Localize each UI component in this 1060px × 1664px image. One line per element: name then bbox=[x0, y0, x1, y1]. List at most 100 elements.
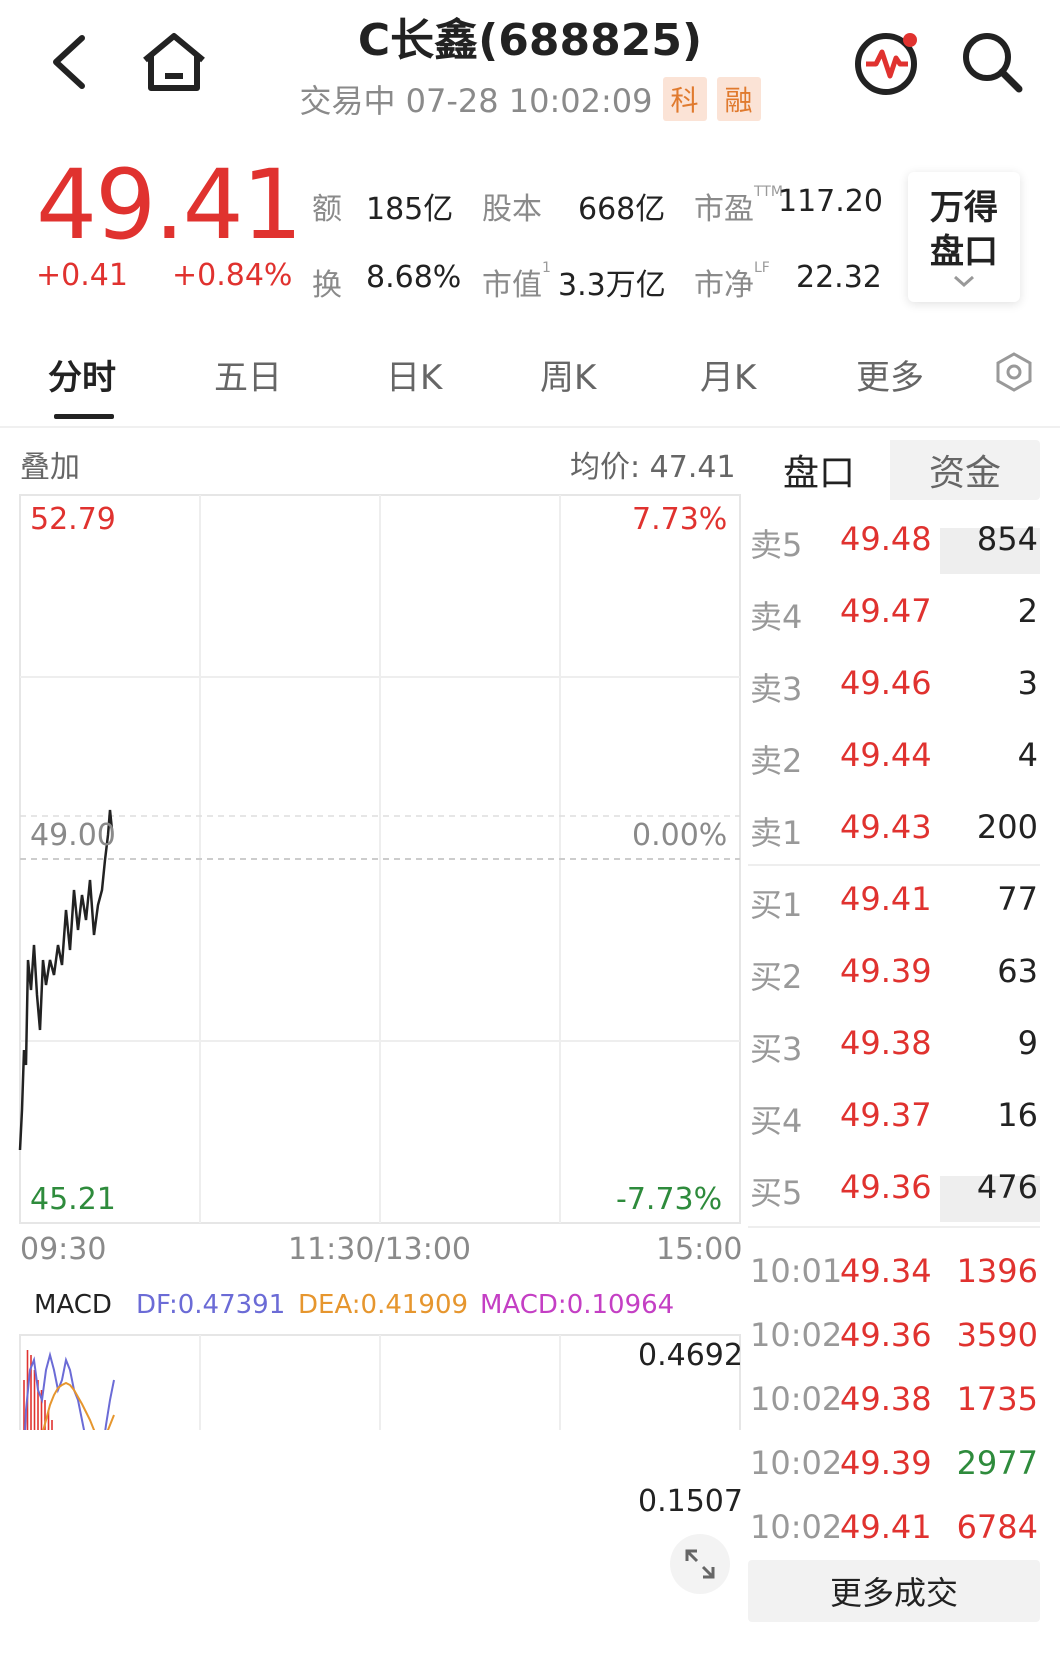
tab-monthly-k[interactable]: 月K bbox=[700, 350, 756, 399]
price-change-pct: +0.84% bbox=[172, 258, 293, 293]
level-volume: 9 bbox=[1017, 1024, 1038, 1062]
y-axis-low-pct: -7.73% bbox=[616, 1182, 723, 1217]
search-button[interactable] bbox=[952, 22, 1032, 102]
level-volume: 854 bbox=[976, 520, 1038, 558]
level-price: 49.47 bbox=[840, 592, 932, 630]
stat-market-cap-label: 市值1 bbox=[482, 260, 551, 303]
level-price: 49.37 bbox=[840, 1096, 932, 1134]
level-volume: 476 bbox=[976, 1168, 1038, 1206]
trade-time: 10:02 bbox=[750, 1444, 843, 1482]
stock-title: C长鑫(688825) bbox=[357, 15, 703, 66]
stat-market-cap-value: 3.3万亿 bbox=[558, 268, 666, 303]
stat-share-capital-value: 668亿 bbox=[578, 192, 666, 227]
stat-pe-value: 117.20 bbox=[778, 184, 883, 219]
tab-more[interactable]: 更多 bbox=[856, 350, 924, 399]
trade-time: 10:02 bbox=[750, 1316, 843, 1354]
bid-level[interactable]: 买2 49.39 63 bbox=[748, 952, 1040, 1012]
trade-volume: 1735 bbox=[956, 1380, 1038, 1418]
trade-row: 10:01 49.34 1396 bbox=[748, 1252, 1040, 1312]
tab-weekly-k[interactable]: 周K bbox=[540, 350, 596, 399]
trade-row: 10:02 49.41 6784 bbox=[748, 1508, 1040, 1568]
level-label: 买2 bbox=[750, 958, 803, 996]
bid-level[interactable]: 买5 49.36 476 bbox=[748, 1168, 1040, 1228]
tab-orderbook[interactable]: 盘口 bbox=[748, 440, 890, 500]
ask-level[interactable]: 卖3 49.46 3 bbox=[748, 664, 1040, 724]
wind-orderbook-button[interactable]: 万得 盘口 bbox=[908, 172, 1020, 302]
price-change: +0.41 bbox=[36, 258, 128, 293]
pulse-icon bbox=[855, 33, 917, 95]
macd-df-line bbox=[24, 1351, 115, 1430]
level-label: 买3 bbox=[750, 1030, 803, 1068]
level-label: 卖4 bbox=[750, 598, 803, 636]
overlay-button[interactable]: 叠加 bbox=[20, 442, 80, 486]
level-price: 49.44 bbox=[840, 736, 932, 774]
macd-y-top: 0.4692 bbox=[638, 1338, 743, 1373]
macd-label: MACD bbox=[34, 1290, 112, 1320]
level-volume: 63 bbox=[997, 952, 1038, 990]
header: C长鑫(688825) 交易中 07-28 10:02:09 科 融 bbox=[0, 0, 1060, 150]
x-axis-end: 15:00 bbox=[656, 1232, 743, 1267]
level-price: 49.39 bbox=[840, 952, 932, 990]
trade-row: 10:02 49.38 1735 bbox=[748, 1380, 1040, 1440]
trade-volume: 6784 bbox=[956, 1508, 1038, 1546]
ask-level[interactable]: 卖4 49.47 2 bbox=[748, 592, 1040, 652]
trade-row: 10:02 49.36 3590 bbox=[748, 1316, 1040, 1376]
tab-five-day[interactable]: 五日 bbox=[214, 350, 282, 399]
trade-volume: 3590 bbox=[956, 1316, 1038, 1354]
level-volume: 4 bbox=[1017, 736, 1038, 774]
level-price: 49.36 bbox=[840, 1168, 932, 1206]
level-price: 49.46 bbox=[840, 664, 932, 702]
y-axis-mid-pct: 0.00% bbox=[632, 818, 728, 853]
tag-margin: 融 bbox=[716, 77, 761, 121]
level-price: 49.48 bbox=[840, 520, 932, 558]
stat-turnover-label: 换 bbox=[312, 268, 342, 303]
more-trades-button[interactable]: 更多成交 bbox=[748, 1560, 1040, 1622]
home-icon bbox=[143, 33, 205, 91]
level-volume: 16 bbox=[997, 1096, 1038, 1134]
ask-level[interactable]: 卖1 49.43 200 bbox=[748, 808, 1040, 868]
trade-price: 49.41 bbox=[840, 1508, 932, 1546]
trade-time: 10:02 bbox=[750, 1380, 843, 1418]
level-label: 卖5 bbox=[750, 526, 803, 564]
stat-pe-label: 市盈TTM bbox=[694, 184, 783, 227]
bid-level[interactable]: 买3 49.38 9 bbox=[748, 1024, 1040, 1084]
bid-level[interactable]: 买4 49.37 16 bbox=[748, 1096, 1040, 1156]
tab-intraday[interactable]: 分时 bbox=[48, 350, 116, 399]
chart-settings-button[interactable] bbox=[994, 352, 1034, 396]
avg-price-label: 均价: 47.41 bbox=[570, 450, 736, 485]
level-volume: 77 bbox=[997, 880, 1038, 918]
back-button[interactable] bbox=[28, 22, 108, 102]
bid-level[interactable]: 买1 49.41 77 bbox=[748, 880, 1040, 940]
ask-level[interactable]: 卖2 49.44 4 bbox=[748, 736, 1040, 796]
level-label: 买5 bbox=[750, 1174, 803, 1212]
stat-turnover-value: 8.68% bbox=[366, 260, 462, 295]
y-axis-high-pct: 7.73% bbox=[632, 502, 728, 537]
status-text: 交易中 07-28 10:02:09 bbox=[299, 82, 653, 120]
ask-level[interactable]: 卖5 49.48 854 bbox=[748, 520, 1040, 580]
x-axis-mid: 11:30/13:00 bbox=[288, 1232, 472, 1267]
stat-pb-value: 22.32 bbox=[796, 260, 882, 295]
wind-line1: 万得 bbox=[930, 188, 998, 228]
trade-price: 49.36 bbox=[840, 1316, 932, 1354]
y-axis-mid: 49.00 bbox=[30, 818, 116, 853]
chevron-left-icon bbox=[53, 35, 85, 89]
tab-capital-flow[interactable]: 资金 bbox=[894, 440, 1036, 500]
trade-row: 10:02 49.39 2977 bbox=[748, 1444, 1040, 1504]
trade-volume: 1396 bbox=[956, 1252, 1038, 1290]
macd-dea-line bbox=[42, 1381, 115, 1430]
wind-line2: 盘口 bbox=[930, 232, 998, 272]
level-price: 49.41 bbox=[840, 880, 932, 918]
level-price: 49.43 bbox=[840, 808, 932, 846]
home-button[interactable] bbox=[134, 22, 214, 102]
x-axis-start: 09:30 bbox=[20, 1232, 107, 1267]
y-axis-high: 52.79 bbox=[30, 502, 116, 537]
expand-chart-button[interactable] bbox=[670, 1534, 730, 1594]
divider bbox=[0, 426, 1060, 428]
news-pulse-button[interactable] bbox=[848, 22, 928, 102]
level-label: 买4 bbox=[750, 1102, 803, 1140]
tab-daily-k[interactable]: 日K bbox=[386, 350, 442, 399]
trade-price: 49.38 bbox=[840, 1380, 932, 1418]
macd-value: MACD:0.10964 bbox=[480, 1290, 675, 1320]
macd-df-value: DF:0.47391 bbox=[136, 1290, 286, 1320]
search-icon bbox=[963, 33, 1023, 93]
